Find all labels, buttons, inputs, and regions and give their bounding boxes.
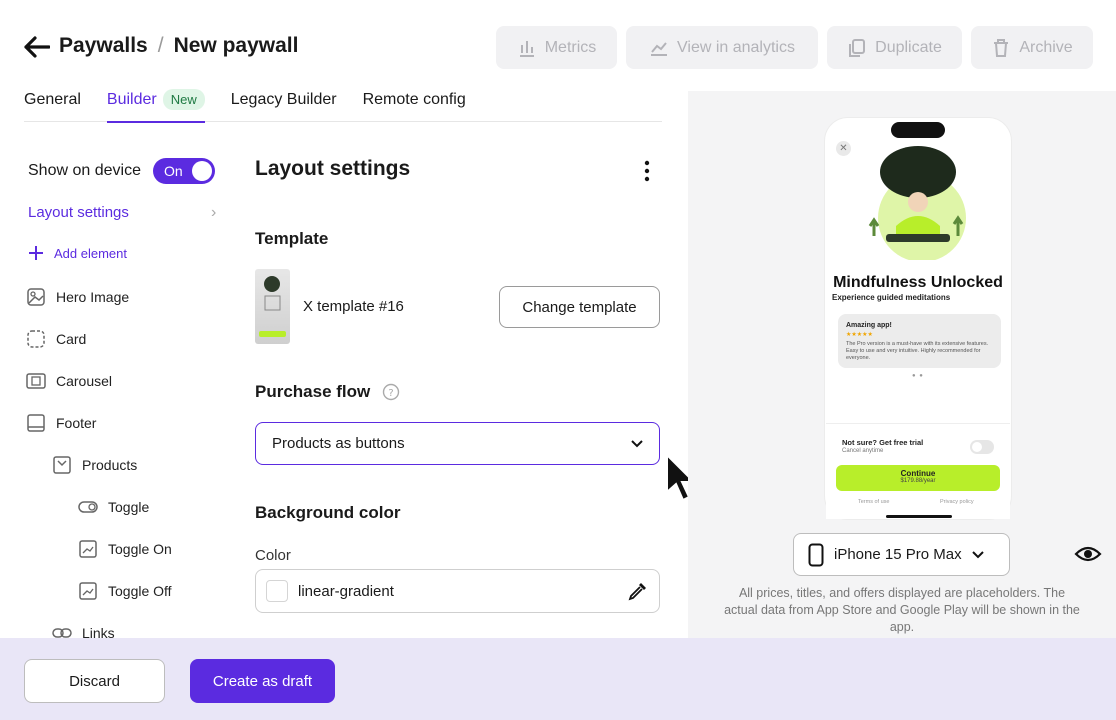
sidebar-item-toggle-on[interactable]: Toggle On [78, 539, 172, 559]
copy-icon [849, 38, 866, 57]
home-indicator [886, 515, 952, 518]
eye-icon[interactable] [1074, 543, 1102, 565]
show-on-device-toggle[interactable]: On [152, 158, 215, 184]
breadcrumb: Paywalls / New paywall [59, 34, 298, 58]
color-input[interactable]: linear-gradient [255, 569, 660, 613]
show-on-device-label: Show on device [28, 162, 141, 179]
line-chart-icon [651, 41, 667, 56]
breadcrumb-root[interactable]: Paywalls [59, 34, 148, 58]
privacy-link: Privacy policy [940, 499, 974, 505]
sidebar-item-toggle[interactable]: Toggle [78, 497, 149, 517]
svg-text:?: ? [388, 388, 393, 399]
sidebar-item-products[interactable]: Products [52, 455, 137, 475]
review-card: Amazing app! ★★★★★ The Pro version is a … [838, 314, 1001, 368]
add-element-button[interactable]: Add element [28, 245, 127, 261]
carousel-dots: ● ● [912, 373, 924, 379]
breadcrumb-separator: / [157, 34, 164, 57]
tab-remote-config[interactable]: Remote config [363, 86, 466, 122]
show-on-device-row: Show on device On [28, 158, 215, 184]
chevron-down-icon [631, 439, 643, 447]
purchase-flow-heading: Purchase flow [255, 382, 371, 401]
new-badge: New [162, 89, 205, 110]
toggle-on-icon [79, 540, 97, 558]
trial-toggle [970, 440, 994, 454]
discard-button[interactable]: Discard [24, 659, 165, 703]
carousel-icon [26, 373, 46, 389]
archive-button[interactable]: Archive [971, 26, 1093, 69]
help-icon[interactable]: ? [382, 383, 400, 401]
tab-bar: General Builder New Legacy Builder Remot… [24, 86, 662, 123]
meditation-illustration-icon [868, 146, 966, 260]
footer-icon [27, 414, 45, 432]
sidebar-item-toggle-off[interactable]: Toggle Off [78, 581, 172, 601]
color-label: Color [255, 547, 291, 564]
purchase-flow-select[interactable]: Products as buttons [255, 422, 660, 465]
sidebar-item-card[interactable]: Card [26, 329, 86, 349]
phone-icon [808, 543, 824, 566]
toggle-knob [191, 161, 212, 181]
back-arrow-icon[interactable] [24, 36, 50, 58]
review-text: The Pro version is a must-have with its … [846, 341, 989, 362]
template-name: X template #16 [303, 298, 404, 315]
create-as-draft-button[interactable]: Create as draft [190, 659, 335, 703]
color-value: linear-gradient [298, 582, 394, 600]
products-icon [53, 456, 71, 474]
tab-legacy-builder[interactable]: Legacy Builder [231, 86, 337, 122]
terms-link: Terms of use [858, 499, 890, 505]
close-icon[interactable]: ✕ [836, 141, 851, 156]
review-title: Amazing app! [846, 322, 892, 329]
sidebar-item-layout-settings[interactable]: Layout settings [28, 204, 129, 221]
template-thumbnail [255, 269, 290, 344]
section-title: Layout settings [255, 157, 411, 180]
background-color-heading: Background color [255, 503, 401, 522]
trial-subtitle: Cancel anytime [842, 448, 884, 454]
device-select[interactable]: iPhone 15 Pro Max [793, 533, 1010, 576]
toggle-icon [78, 501, 98, 513]
phone-notch [891, 122, 945, 138]
trash-icon [994, 38, 1009, 57]
preview-disclaimer: All prices, titles, and offers displayed… [724, 586, 1080, 634]
preview-app-title: Mindfulness Unlocked [833, 274, 1003, 291]
dashed-square-icon [27, 330, 45, 348]
page-title: New paywall [173, 34, 299, 57]
more-options-icon[interactable] [640, 160, 654, 182]
image-icon [27, 288, 45, 306]
review-stars: ★★★★★ [846, 332, 873, 338]
change-template-button[interactable]: Change template [499, 286, 660, 328]
footer-bar [0, 638, 1116, 720]
toggle-off-icon [79, 582, 97, 600]
chevron-right-icon: › [211, 204, 217, 221]
template-heading: Template [255, 229, 329, 248]
tab-general[interactable]: General [24, 86, 81, 122]
duplicate-button[interactable]: Duplicate [827, 26, 962, 69]
tab-builder[interactable]: Builder New [106, 86, 205, 123]
chevron-down-icon [971, 550, 984, 558]
view-in-analytics-button[interactable]: View in analytics [626, 26, 818, 69]
sidebar-item-footer[interactable]: Footer [26, 413, 96, 433]
preview-app-subtitle: Experience guided meditations [832, 293, 951, 302]
eyedropper-icon[interactable] [627, 580, 649, 602]
trial-title: Not sure? Get free trial [842, 438, 924, 447]
sidebar-item-hero-image[interactable]: Hero Image [26, 287, 129, 307]
plus-icon [29, 246, 43, 260]
preview-continue-button: Continue $179.88/year [836, 465, 1000, 491]
color-swatch[interactable] [266, 580, 288, 602]
metrics-button[interactable]: Metrics [496, 26, 617, 69]
bar-chart-icon [519, 40, 534, 57]
sidebar-item-carousel[interactable]: Carousel [26, 371, 112, 391]
template-preview-icon [259, 276, 286, 337]
